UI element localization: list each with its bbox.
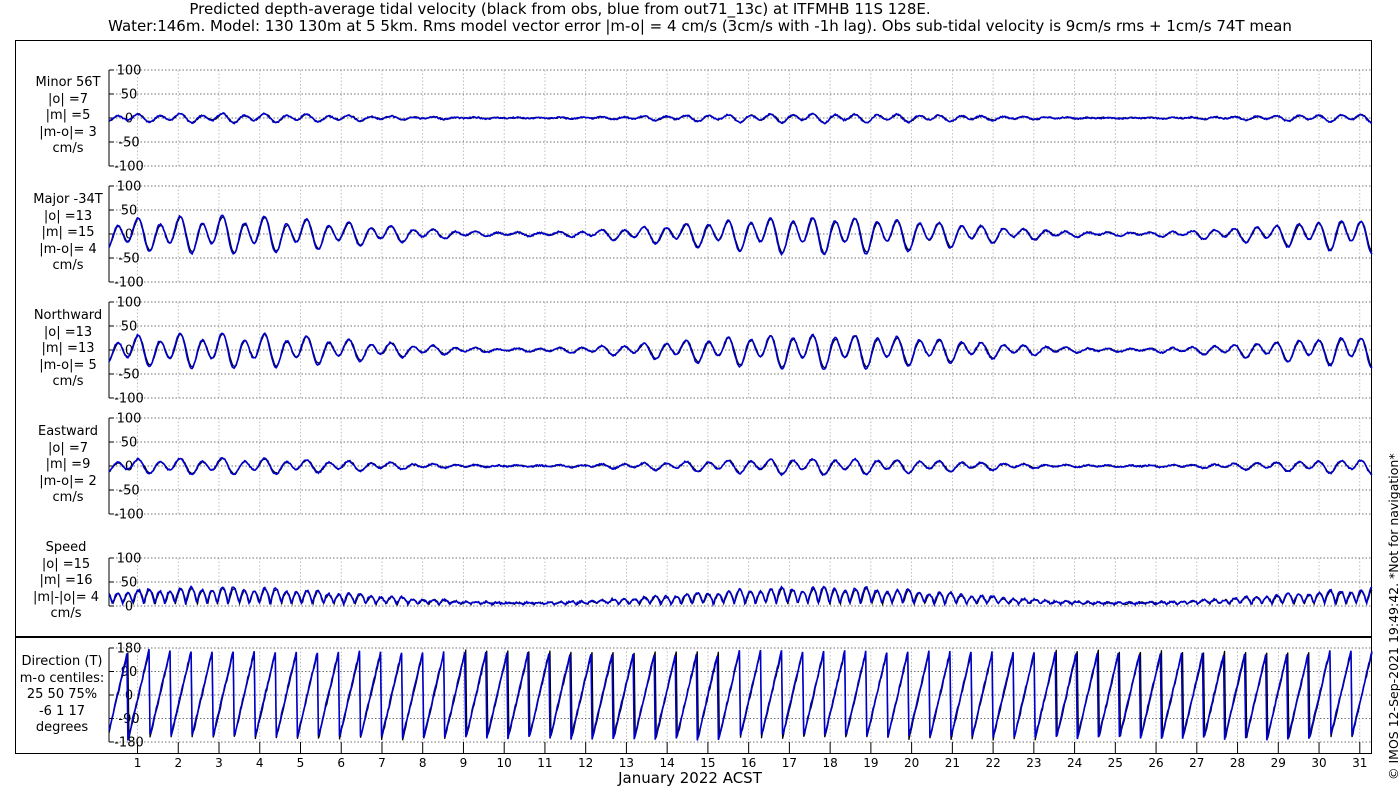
model-series-line — [108, 214, 1373, 256]
x-tick-label: 3 — [215, 756, 223, 770]
tidal-velocity-plot: 100500-50-100100500-50-100100500-50-1001… — [108, 64, 1373, 770]
copyright-credit: © IMOS 12-Sep-2021 19:49:42. *Not for na… — [1386, 453, 1400, 780]
x-tick-label: 17 — [782, 756, 797, 770]
y-tick-label: 100 — [117, 64, 142, 79]
x-tick-label: 24 — [1067, 756, 1082, 770]
x-tick-label: 25 — [1108, 756, 1123, 770]
model-series-line — [108, 456, 1373, 477]
x-tick-label: 30 — [1311, 756, 1326, 770]
y-tick-label: -50 — [118, 136, 139, 151]
x-tick-label: 15 — [700, 756, 715, 770]
model-series-line — [108, 332, 1373, 371]
model-series-line — [108, 585, 1373, 608]
y-tick-label: 100 — [117, 180, 142, 195]
y-tick-label: 50 — [121, 88, 138, 103]
panel-label-minor: Minor 56T |o| =7 |m| =5 |m-o|= 3 cm/s — [35, 75, 101, 156]
y-tick-label: -50 — [118, 252, 139, 267]
x-tick-label: 2 — [174, 756, 182, 770]
y-tick-label: 50 — [121, 576, 138, 591]
x-tick-label: 28 — [1230, 756, 1245, 770]
panel-label-major: Major -34T |o| =13 |m| =15 |m-o|= 4 cm/s — [33, 192, 103, 273]
x-tick-label: 8 — [419, 756, 427, 770]
x-tick-label: 20 — [904, 756, 919, 770]
x-tick-label: 22 — [985, 756, 1000, 770]
x-tick-label: 9 — [460, 756, 468, 770]
x-tick-label: 7 — [378, 756, 386, 770]
y-tick-label: 100 — [117, 552, 142, 567]
x-tick-label: 21 — [945, 756, 960, 770]
y-tick-label: 100 — [117, 412, 142, 427]
panel-label-speed: Speed |o| =15 |m| =16 |m|-|o|= 4 cm/s — [32, 540, 100, 621]
x-tick-label: 23 — [1026, 756, 1041, 770]
x-tick-label: 29 — [1271, 756, 1286, 770]
x-tick-label: 16 — [741, 756, 756, 770]
x-tick-label: 26 — [1148, 756, 1163, 770]
x-tick-label: 19 — [863, 756, 878, 770]
panel-label-north: Northward |o| =13 |m| =13 |m-o|= 5 cm/s — [33, 308, 103, 389]
x-tick-label: 4 — [256, 756, 264, 770]
y-tick-label: -100 — [114, 160, 144, 175]
y-tick-label: -100 — [114, 276, 144, 291]
x-tick-label: 10 — [497, 756, 512, 770]
x-tick-label: 6 — [337, 756, 345, 770]
y-tick-label: 180 — [117, 642, 142, 657]
x-tick-label: 5 — [297, 756, 305, 770]
x-tick-label: 11 — [537, 756, 552, 770]
x-tick-label: 27 — [1189, 756, 1204, 770]
y-tick-label: 50 — [121, 320, 138, 335]
panel-label-direction: Direction (T) m-o centiles: 25 50 75% -6 1 … — [19, 654, 105, 735]
y-tick-label: -50 — [118, 368, 139, 383]
y-tick-label: -50 — [118, 484, 139, 499]
y-tick-label: -100 — [114, 392, 144, 407]
x-tick-label: 14 — [660, 756, 675, 770]
y-tick-label: 50 — [121, 436, 138, 451]
y-tick-label: -100 — [114, 508, 144, 523]
x-tick-label: 1 — [134, 756, 142, 770]
x-tick-label: 31 — [1352, 756, 1367, 770]
x-axis-label: January 2022 ACST — [618, 769, 762, 787]
y-tick-label: 50 — [121, 204, 138, 219]
x-tick-label: 12 — [578, 756, 593, 770]
panel-label-east: Eastward |o| =7 |m| =9 |m-o|= 2 cm/s — [37, 424, 99, 505]
y-tick-label: 100 — [117, 296, 142, 311]
x-tick-label: 13 — [619, 756, 634, 770]
x-tick-label: 18 — [822, 756, 837, 770]
